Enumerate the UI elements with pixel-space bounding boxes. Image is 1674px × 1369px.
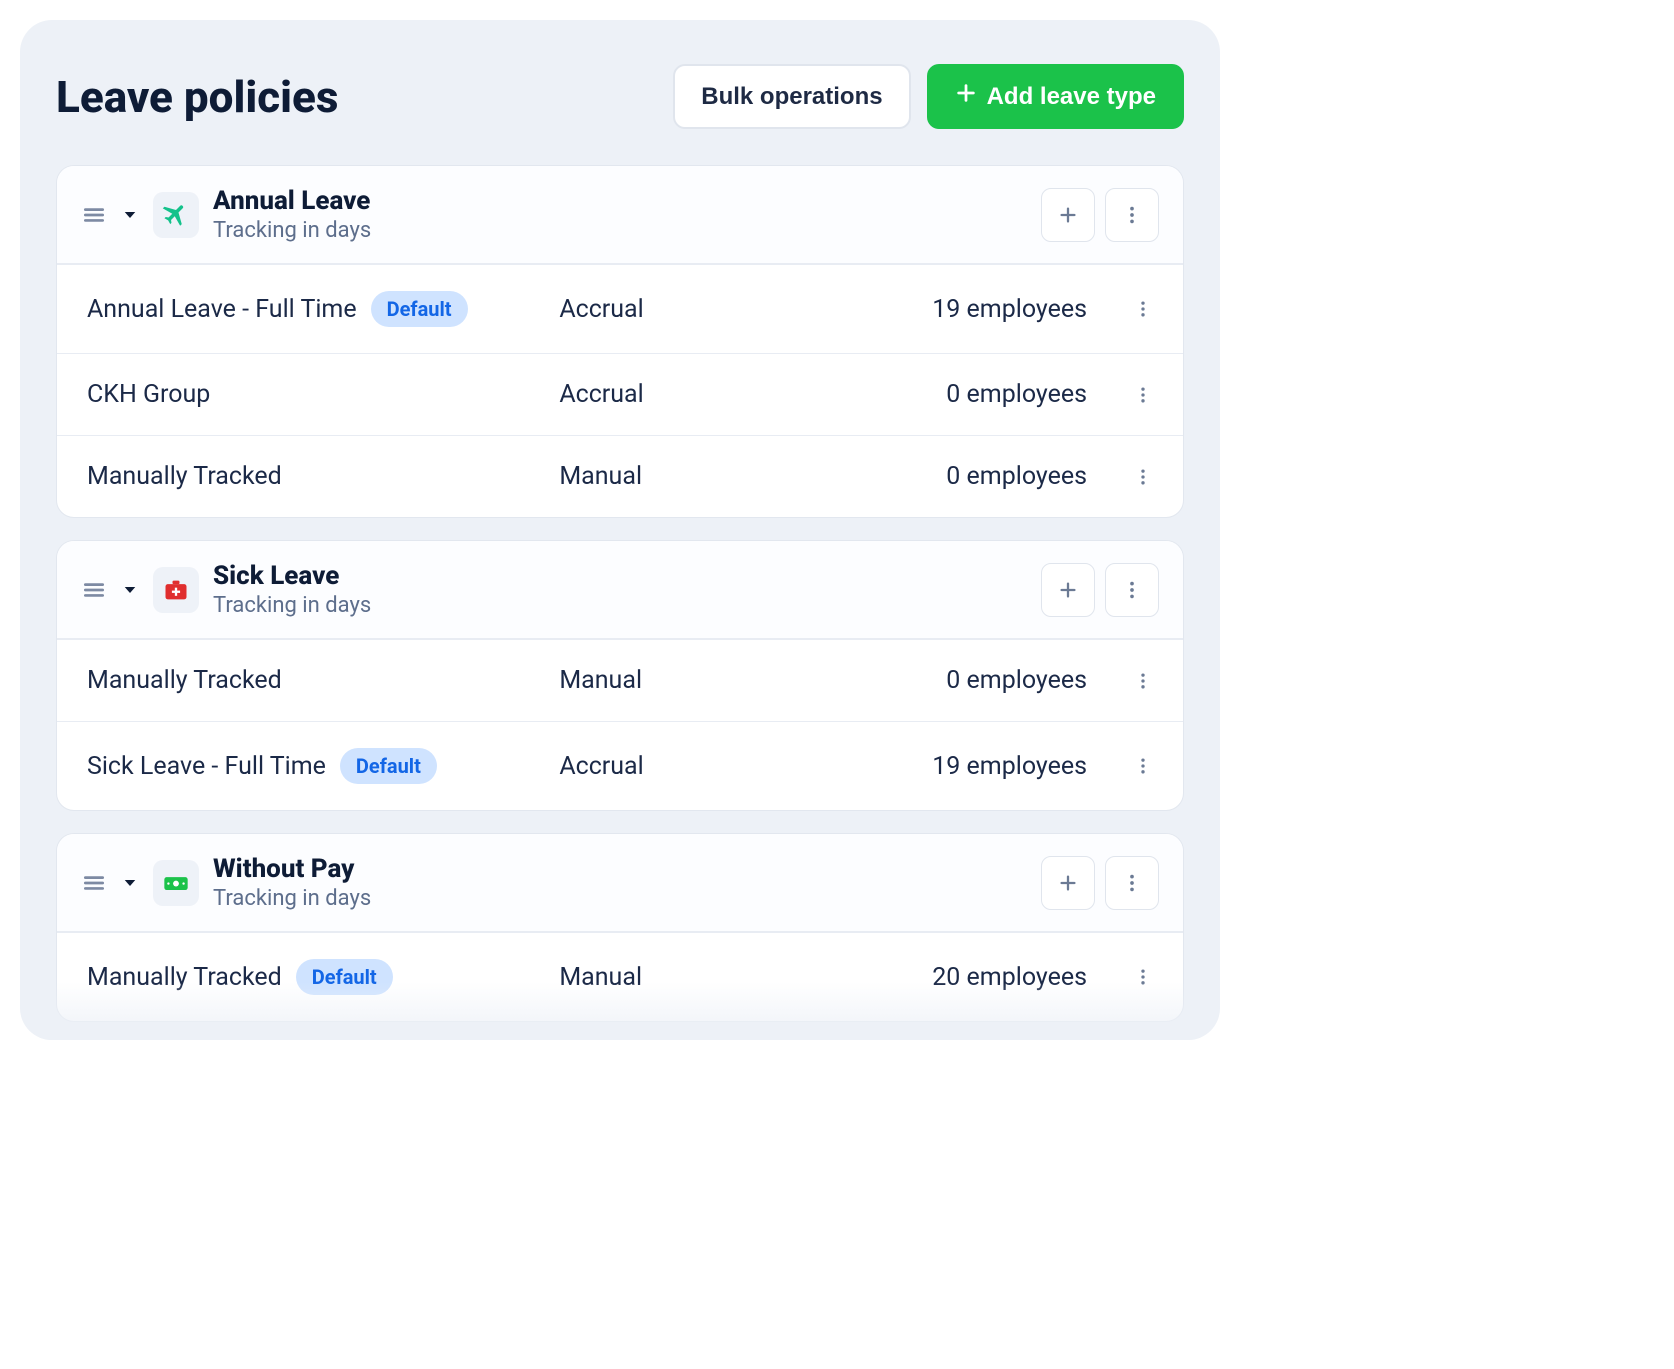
policy-row[interactable]: CKH Group Accrual 0 employees xyxy=(57,353,1183,435)
drag-handle-icon[interactable] xyxy=(81,870,107,896)
policy-more-button[interactable] xyxy=(1103,671,1153,691)
plus-icon xyxy=(955,82,977,111)
policy-method: Accrual xyxy=(559,295,794,324)
leave-type-icon xyxy=(153,192,199,238)
policy-name: Annual Leave - Full Time Default xyxy=(87,291,543,327)
leave-type-header: Sick Leave Tracking in days xyxy=(57,541,1183,639)
leave-policies-window: Leave policies Bulk operations Add leave… xyxy=(20,20,1220,1040)
leave-type-subtitle: Tracking in days xyxy=(213,886,371,911)
drag-handle-icon[interactable] xyxy=(81,202,107,228)
collapse-toggle[interactable] xyxy=(121,581,139,599)
policy-method: Accrual xyxy=(559,380,794,409)
page-header: Leave policies Bulk operations Add leave… xyxy=(56,56,1184,129)
policy-more-button[interactable] xyxy=(1103,967,1153,987)
leave-type-card: Sick Leave Tracking in days Manually Tra… xyxy=(56,540,1184,811)
leave-type-header: Annual Leave Tracking in days xyxy=(57,166,1183,264)
header-actions: Bulk operations Add leave type xyxy=(673,64,1184,129)
policy-name: Manually Tracked Default xyxy=(87,959,543,995)
policy-method: Manual xyxy=(559,963,794,992)
add-leave-type-button[interactable]: Add leave type xyxy=(927,64,1184,129)
leave-type-header: Without Pay Tracking in days xyxy=(57,834,1183,932)
policy-more-button[interactable] xyxy=(1103,756,1153,776)
policy-name: CKH Group xyxy=(87,380,543,409)
leave-type-icon xyxy=(153,860,199,906)
collapse-toggle[interactable] xyxy=(121,874,139,892)
leave-type-title: Annual Leave xyxy=(213,186,371,216)
leave-type-more-button[interactable] xyxy=(1105,563,1159,617)
policy-count: 20 employees xyxy=(810,963,1087,992)
policy-row[interactable]: Manually Tracked Manual 0 employees xyxy=(57,435,1183,517)
page-title: Leave policies xyxy=(56,71,338,123)
add-leave-type-label: Add leave type xyxy=(987,83,1156,111)
policy-count: 19 employees xyxy=(810,295,1087,324)
policy-more-button[interactable] xyxy=(1103,299,1153,319)
policy-more-button[interactable] xyxy=(1103,385,1153,405)
policy-name: Sick Leave - Full Time Default xyxy=(87,748,543,784)
leave-types-list: Annual Leave Tracking in days Annual Lea… xyxy=(56,165,1184,1040)
policy-count: 0 employees xyxy=(810,666,1087,695)
policy-row[interactable]: Sick Leave - Full Time Default Accrual 1… xyxy=(57,721,1183,810)
default-badge: Default xyxy=(296,959,393,995)
policy-row[interactable]: Annual Leave - Full Time Default Accrual… xyxy=(57,264,1183,353)
add-policy-button[interactable] xyxy=(1041,188,1095,242)
leave-type-card: Without Pay Tracking in days Manually Tr… xyxy=(56,833,1184,1022)
leave-type-title: Sick Leave xyxy=(213,561,371,591)
policy-method: Manual xyxy=(559,462,794,491)
bulk-operations-label: Bulk operations xyxy=(701,83,882,111)
leave-type-card: Annual Leave Tracking in days Annual Lea… xyxy=(56,165,1184,518)
policy-more-button[interactable] xyxy=(1103,467,1153,487)
leave-type-more-button[interactable] xyxy=(1105,856,1159,910)
leave-type-icon xyxy=(153,567,199,613)
leave-type-subtitle: Tracking in days xyxy=(213,593,371,618)
policy-name: Manually Tracked xyxy=(87,462,543,491)
policy-count: 0 employees xyxy=(810,380,1087,409)
policy-count: 19 employees xyxy=(810,752,1087,781)
leave-type-title: Without Pay xyxy=(213,854,371,884)
policy-name: Manually Tracked xyxy=(87,666,543,695)
add-policy-button[interactable] xyxy=(1041,563,1095,617)
policy-count: 0 employees xyxy=(810,462,1087,491)
leave-type-more-button[interactable] xyxy=(1105,188,1159,242)
policy-row[interactable]: Manually Tracked Manual 0 employees xyxy=(57,639,1183,721)
drag-handle-icon[interactable] xyxy=(81,577,107,603)
add-policy-button[interactable] xyxy=(1041,856,1095,910)
policy-method: Manual xyxy=(559,666,794,695)
default-badge: Default xyxy=(340,748,437,784)
bulk-operations-button[interactable]: Bulk operations xyxy=(673,64,910,129)
collapse-toggle[interactable] xyxy=(121,206,139,224)
policy-row[interactable]: Manually Tracked Default Manual 20 emplo… xyxy=(57,932,1183,1021)
leave-type-subtitle: Tracking in days xyxy=(213,218,371,243)
default-badge: Default xyxy=(371,291,468,327)
policy-method: Accrual xyxy=(559,752,794,781)
